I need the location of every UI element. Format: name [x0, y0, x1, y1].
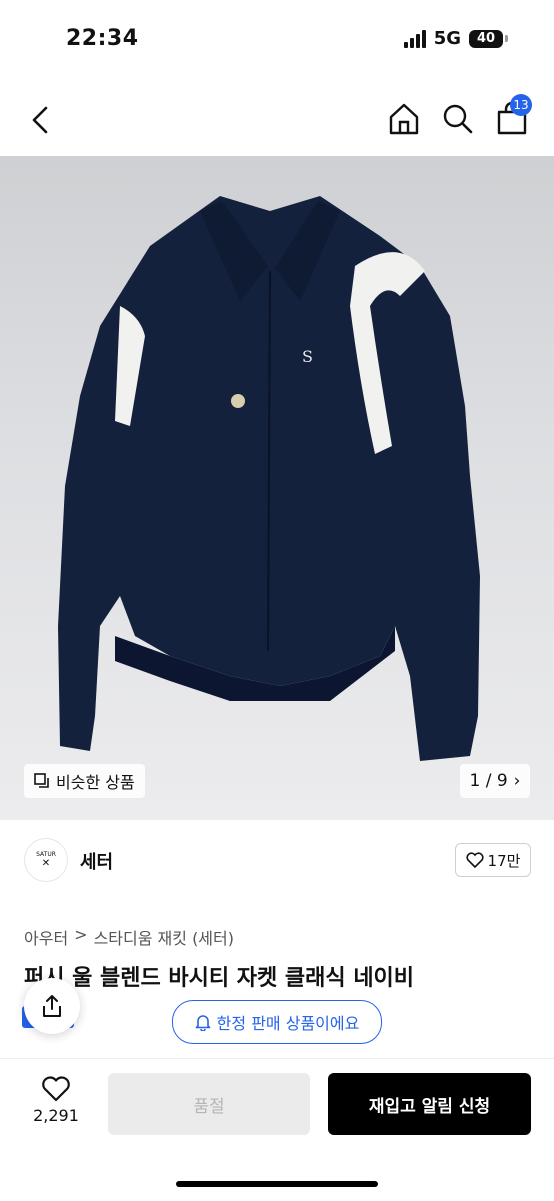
heart-icon	[42, 1076, 70, 1102]
brand-name[interactable]: 세터	[80, 848, 113, 874]
battery-tip	[505, 35, 508, 42]
jacket-illustration: S	[58, 196, 480, 761]
soldout-button: 품절	[108, 1073, 310, 1135]
limited-sale-label: 한정 판매 상품이에요	[216, 1014, 360, 1033]
brand-like-count: 17만	[487, 851, 521, 870]
similar-label: 비슷한 상품	[56, 773, 135, 792]
wishlist-button[interactable]: 2,291	[24, 1076, 88, 1125]
search-button[interactable]	[442, 100, 474, 136]
similar-icon	[34, 773, 49, 788]
wishlist-count: 2,291	[33, 1106, 79, 1125]
cart-count-badge: 13	[510, 94, 532, 116]
similar-products-button[interactable]: 비슷한 상품	[24, 764, 145, 798]
breadcrumb-separator: >	[74, 925, 88, 944]
back-icon	[32, 106, 48, 134]
brand-like-button[interactable]: 17만	[455, 843, 531, 877]
heart-icon	[466, 852, 484, 868]
share-button[interactable]	[24, 978, 80, 1034]
image-counter[interactable]: 1 / 9 ›	[460, 764, 530, 798]
nav-actions: 13	[388, 94, 532, 136]
network-type: 5G	[433, 28, 461, 49]
image-counter-label: 1 / 9	[469, 771, 508, 791]
brand-logo[interactable]: SATUR ✕	[24, 838, 68, 882]
bell-icon	[195, 1015, 210, 1031]
cart-button[interactable]: 13	[496, 94, 532, 136]
product-title: 퍼시 울 블렌드 바시티 자켓 클래식 네이비	[24, 966, 415, 991]
home-button[interactable]	[388, 100, 420, 136]
status-time: 22:34	[66, 26, 139, 51]
signal-icon	[403, 29, 426, 48]
search-icon	[443, 104, 473, 134]
limited-sale-notice: 한정 판매 상품이에요	[172, 1000, 382, 1044]
home-icon	[389, 103, 419, 135]
brand-logo-mark-icon: ✕	[41, 858, 51, 869]
breadcrumb[interactable]: 아우터 > 스타디움 재킷 (세터)	[24, 925, 234, 949]
status-indicators: 5G 40	[403, 28, 508, 49]
product-image[interactable]: S 비슷한 상품 1 / 9 ›	[0, 156, 554, 820]
share-icon	[43, 995, 61, 1017]
chevron-right-icon: ›	[513, 771, 521, 791]
back-button[interactable]	[26, 104, 56, 136]
breadcrumb-category[interactable]: 아우터	[24, 925, 68, 949]
brand-logo-text: SATUR	[36, 851, 56, 858]
svg-text:S: S	[302, 347, 313, 366]
home-indicator	[176, 1181, 378, 1187]
breadcrumb-subcategory[interactable]: 스타디움 재킷 (세터)	[94, 925, 234, 949]
restock-alert-button[interactable]: 재입고 알림 신청	[328, 1073, 531, 1135]
battery-icon: 40	[469, 29, 503, 48]
